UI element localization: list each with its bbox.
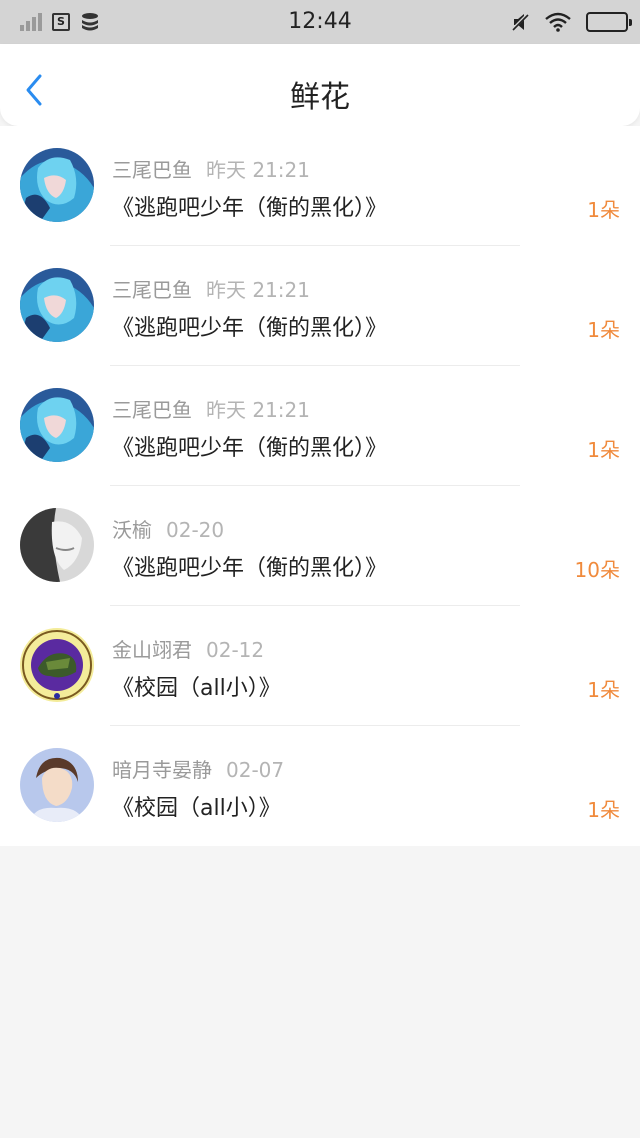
item-meta: 三尾巴鱼 昨天 21:21 bbox=[112, 274, 310, 303]
flower-count: 10朵 bbox=[574, 558, 620, 582]
flower-count: 1朵 bbox=[587, 438, 620, 462]
item-meta: 暗月寺晏静 02-07 bbox=[112, 754, 284, 783]
battery-icon bbox=[586, 12, 632, 32]
item-time: 昨天 21:21 bbox=[206, 398, 310, 422]
item-meta: 沃榆 02-20 bbox=[112, 514, 224, 543]
user-name[interactable]: 三尾巴鱼 bbox=[112, 278, 192, 302]
flower-count: 1朵 bbox=[587, 678, 620, 702]
item-meta: 三尾巴鱼 昨天 21:21 bbox=[112, 154, 310, 183]
book-title[interactable]: 《校园（all小）》 bbox=[112, 670, 281, 702]
avatar[interactable] bbox=[20, 388, 94, 462]
avatar[interactable] bbox=[20, 628, 94, 702]
flower-count: 1朵 bbox=[587, 798, 620, 822]
nav-bar: 鲜花 bbox=[0, 44, 640, 126]
item-meta: 金山翊君 02-12 bbox=[112, 634, 264, 663]
item-time: 02-12 bbox=[206, 638, 265, 662]
item-meta: 三尾巴鱼 昨天 21:21 bbox=[112, 394, 310, 423]
list-item[interactable]: 金山翊君 02-12 《校园（all小）》 1朵 bbox=[0, 606, 640, 726]
user-name[interactable]: 沃榆 bbox=[112, 518, 152, 542]
list-item[interactable]: 暗月寺晏静 02-07 《校园（all小）》 1朵 bbox=[0, 726, 640, 846]
mute-icon bbox=[510, 12, 530, 32]
book-title[interactable]: 《校园（all小）》 bbox=[112, 790, 281, 822]
list-item[interactable]: 三尾巴鱼 昨天 21:21 《逃跑吧少年（衡的黑化）》 1朵 bbox=[0, 246, 640, 366]
item-time: 02-07 bbox=[226, 758, 285, 782]
avatar[interactable] bbox=[20, 508, 94, 582]
item-time: 昨天 21:21 bbox=[206, 278, 310, 302]
avatar[interactable] bbox=[20, 748, 94, 822]
avatar[interactable] bbox=[20, 148, 94, 222]
book-title[interactable]: 《逃跑吧少年（衡的黑化）》 bbox=[112, 550, 387, 582]
list-item[interactable]: 三尾巴鱼 昨天 21:21 《逃跑吧少年（衡的黑化）》 1朵 bbox=[0, 126, 640, 246]
flower-count: 1朵 bbox=[587, 198, 620, 222]
book-title[interactable]: 《逃跑吧少年（衡的黑化）》 bbox=[112, 430, 387, 462]
status-right bbox=[510, 10, 632, 34]
user-name[interactable]: 三尾巴鱼 bbox=[112, 398, 192, 422]
avatar[interactable] bbox=[20, 268, 94, 342]
flower-list: 三尾巴鱼 昨天 21:21 《逃跑吧少年（衡的黑化）》 1朵 三尾巴鱼 昨天 21:… bbox=[0, 126, 640, 846]
book-title[interactable]: 《逃跑吧少年（衡的黑化）》 bbox=[112, 190, 387, 222]
list-item[interactable]: 沃榆 02-20 《逃跑吧少年（衡的黑化）》 10朵 bbox=[0, 486, 640, 606]
list-item[interactable]: 三尾巴鱼 昨天 21:21 《逃跑吧少年（衡的黑化）》 1朵 bbox=[0, 366, 640, 486]
user-name[interactable]: 暗月寺晏静 bbox=[112, 758, 212, 782]
book-title[interactable]: 《逃跑吧少年（衡的黑化）》 bbox=[112, 310, 387, 342]
page-title: 鲜花 bbox=[290, 80, 350, 115]
status-bar: S 12:44 bbox=[0, 0, 640, 44]
wifi-icon bbox=[545, 12, 571, 32]
item-time: 昨天 21:21 bbox=[206, 158, 310, 182]
item-time: 02-20 bbox=[166, 518, 225, 542]
flower-count: 1朵 bbox=[587, 318, 620, 342]
user-name[interactable]: 金山翊君 bbox=[112, 638, 192, 662]
user-name[interactable]: 三尾巴鱼 bbox=[112, 158, 192, 182]
